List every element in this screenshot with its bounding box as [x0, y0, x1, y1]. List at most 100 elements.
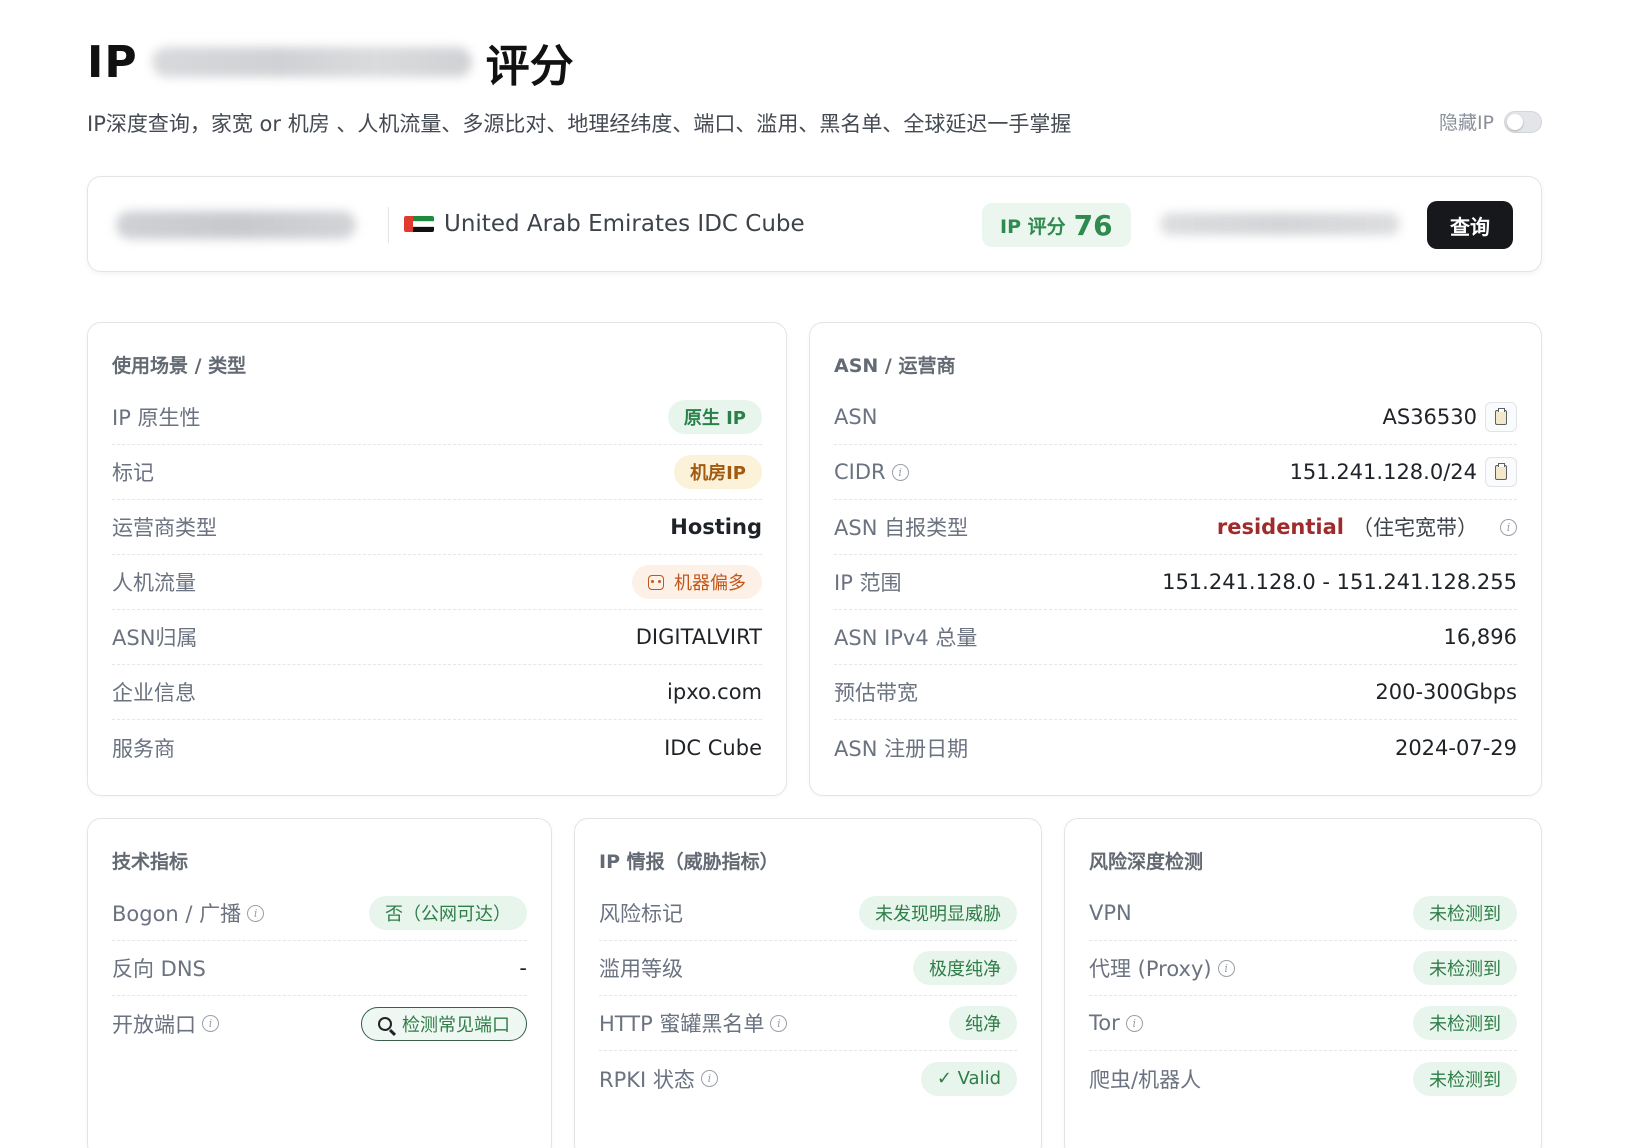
row-value: residential （住宅宽带） i — [1217, 512, 1517, 542]
table-row: 服务商 IDC Cube — [112, 720, 762, 775]
row-label: ASN — [834, 405, 878, 429]
info-icon[interactable]: i — [700, 1070, 718, 1087]
row-label: ASN 自报类型 — [834, 516, 969, 540]
table-row: CIDR i 151.241.128.0/24 — [834, 445, 1517, 500]
row-label: 风险标记 — [599, 902, 683, 926]
row-label: 人机流量 — [112, 571, 196, 595]
search-extra-blurred — [1160, 213, 1400, 235]
table-row: IP 原生性 原生 IP — [112, 390, 762, 445]
table-row: IP 范围 151.241.128.0 - 151.241.128.255 — [834, 555, 1517, 610]
row-label: ASN归属 — [112, 626, 198, 650]
open-ports-label: 开放端口 — [112, 1012, 196, 1037]
table-row: 运营商类型 Hosting — [112, 500, 762, 555]
vpn-badge: 未检测到 — [1413, 896, 1517, 930]
intel-card: IP 情报（威胁指标） 风险标记 未发现明显威胁 滥用等级 极度纯净 HTTP … — [574, 818, 1042, 1148]
copy-cidr-icon[interactable] — [1485, 457, 1517, 487]
bogon-label: Bogon / 广播 — [112, 902, 242, 926]
table-row: ASN AS36530 — [834, 390, 1517, 445]
info-icon[interactable]: i — [1125, 1014, 1143, 1032]
row-label: RPKI 状态 i — [599, 1064, 718, 1094]
bot-traffic-text: 机器偏多 — [674, 573, 746, 594]
info-icon[interactable]: i — [1217, 959, 1235, 977]
bot-traffic-badge: 机器偏多 — [632, 565, 762, 599]
table-row: 人机流量 机器偏多 — [112, 555, 762, 610]
asn-card: ASN / 运营商 ASN AS36530 CIDR i 151.241.128… — [809, 322, 1542, 796]
table-row: ASN归属 DIGITALVIRT — [112, 610, 762, 665]
usage-card-title: 使用场景 / 类型 — [112, 355, 247, 377]
row-value: 151.241.128.0/24 — [1290, 457, 1517, 487]
row-label: CIDR i — [834, 460, 909, 484]
row-value: AS36530 — [1383, 402, 1517, 432]
table-row: Bogon / 广播 i 否（公网可达） — [112, 886, 527, 941]
native-ip-badge: 原生 IP — [667, 400, 762, 434]
table-row: 代理 (Proxy) i 未检测到 — [1089, 941, 1517, 996]
table-row: ASN IPv4 总量 16,896 — [834, 610, 1517, 665]
row-value: ipxo.com — [667, 680, 762, 704]
table-row: ASN 自报类型 residential （住宅宽带） i — [834, 500, 1517, 555]
info-icon[interactable]: i — [1500, 518, 1517, 536]
crawler-badge: 未检测到 — [1413, 1061, 1517, 1096]
proxy-label: 代理 (Proxy) — [1089, 957, 1212, 981]
row-label: HTTP 蜜罐黑名单 i — [599, 1008, 788, 1038]
risk-card: 风险深度检测 VPN 未检测到 代理 (Proxy) i 未检测到 Tor i … — [1064, 818, 1542, 1148]
row-label: 代理 (Proxy) i — [1089, 953, 1235, 983]
table-row: 预估带宽 200-300Gbps — [834, 665, 1517, 720]
row-label: ASN 注册日期 — [834, 736, 969, 761]
copy-asn-icon[interactable] — [1485, 402, 1517, 432]
table-row: 滥用等级 极度纯净 — [599, 941, 1017, 996]
tor-badge: 未检测到 — [1413, 1006, 1517, 1040]
query-button[interactable]: 查询 — [1427, 201, 1513, 249]
title-suffix: 评分 — [485, 41, 574, 92]
asn-card-title: ASN / 运营商 — [834, 355, 956, 377]
scan-ports-button[interactable]: 检测常见端口 — [361, 1006, 527, 1041]
table-row: 风险标记 未发现明显威胁 — [599, 886, 1017, 941]
search-ip-blurred[interactable] — [116, 211, 356, 239]
hide-ip-control[interactable]: 隐藏IP — [1439, 108, 1542, 135]
row-label: 滥用等级 — [599, 957, 683, 981]
table-row: ASN 注册日期 2024-07-29 — [834, 720, 1517, 775]
table-row: VPN 未检测到 — [1089, 886, 1517, 941]
title-ip-blurred — [151, 47, 472, 77]
row-label: 企业信息 — [112, 681, 196, 705]
robot-icon — [648, 574, 664, 590]
row-value: DIGITALVIRT — [635, 625, 762, 649]
tech-card: 技术指标 Bogon / 广播 i 否（公网可达） 反向 DNS - 开放端口 … — [87, 818, 552, 1148]
table-row: 标记 机房IP — [112, 445, 762, 500]
hide-ip-toggle[interactable] — [1504, 110, 1542, 133]
cidr-value: 151.241.128.0/24 — [1289, 460, 1477, 484]
search-divider — [388, 207, 389, 243]
table-row: 开放端口 i 检测常见端口 — [112, 996, 527, 1051]
risk-card-title: 风险深度检测 — [1089, 851, 1204, 873]
table-row: 爬虫/机器人 未检测到 — [1089, 1051, 1517, 1106]
row-value: IDC Cube — [664, 735, 762, 760]
info-icon[interactable]: i — [202, 1015, 219, 1032]
risk-flag-badge: 未发现明显威胁 — [859, 896, 1017, 930]
honeypot-label: HTTP 蜜罐黑名单 — [599, 1012, 765, 1036]
info-icon[interactable]: i — [770, 1014, 788, 1032]
table-row: Tor i 未检测到 — [1089, 996, 1517, 1051]
asn-type-zh: （住宅宽带） — [1352, 516, 1478, 540]
row-label: 标记 — [112, 461, 154, 485]
search-icon — [378, 1016, 397, 1036]
row-value: Hosting — [670, 515, 762, 539]
rpki-badge: ✓ Valid — [920, 1061, 1017, 1096]
ip-score-badge: IP 评分 76 — [982, 203, 1131, 247]
table-row: HTTP 蜜罐黑名单 i 纯净 — [599, 996, 1017, 1051]
title-prefix: IP — [87, 36, 138, 88]
score-label: IP 评分 — [1000, 215, 1066, 238]
row-label: IP 原生性 — [112, 406, 201, 430]
info-icon[interactable]: i — [247, 904, 265, 922]
usage-card: 使用场景 / 类型 IP 原生性 原生 IP 标记 机房IP 运营商类型 Hos… — [87, 322, 787, 796]
page-subtitle: IP深度查询，家宽 or 机房 、人机流量、多源比对、地理经纬度、端口、滥用、黑… — [87, 112, 1072, 136]
score-value: 76 — [1073, 208, 1113, 242]
datacenter-ip-badge: 机房IP — [674, 455, 762, 489]
row-label: VPN — [1089, 901, 1132, 925]
toggle-knob — [1507, 113, 1523, 130]
table-row: 反向 DNS - — [112, 941, 527, 996]
page-title: IP 评分 — [87, 32, 574, 93]
search-bar: United Arab Emirates IDC Cube IP 评分 76 查… — [87, 176, 1542, 272]
row-label: 反向 DNS — [112, 957, 206, 981]
intel-card-title: IP 情报（威胁指标） — [599, 851, 779, 873]
row-label: Tor i — [1089, 1011, 1143, 1035]
info-icon[interactable]: i — [891, 463, 909, 481]
